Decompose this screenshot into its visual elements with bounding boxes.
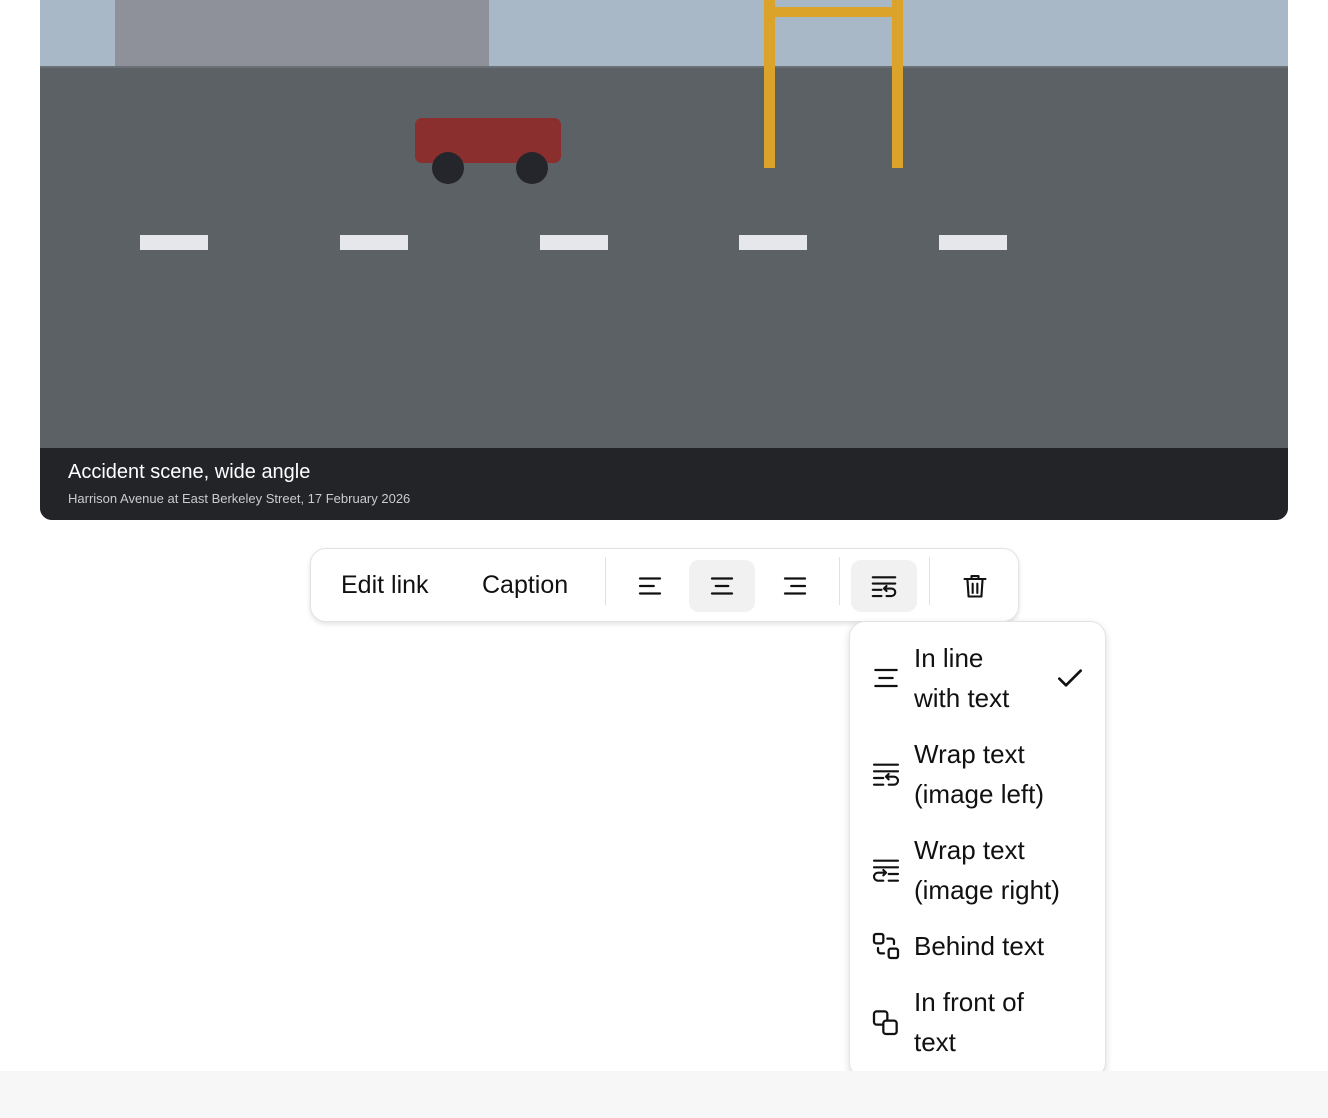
caption-subtitle: Harrison Avenue at East Berkeley Street,…	[68, 491, 411, 506]
align-right-icon	[783, 577, 807, 595]
menu-item-in-front-of-text[interactable]: In front of text	[850, 982, 1105, 1062]
lane-marking	[540, 235, 608, 250]
accident-scene-image[interactable]	[40, 0, 1288, 448]
car-wheel-rear	[432, 152, 464, 184]
menu-item-wrap-image-left[interactable]: Wrap text (image left)	[850, 734, 1105, 814]
page: Accident scene, wide angle Harrison Aven…	[0, 0, 1328, 1118]
menu-item-label: In line with text	[914, 643, 1010, 713]
road	[40, 68, 1288, 448]
image-toolbar: Edit link Caption	[310, 548, 1019, 622]
behind-text-icon	[872, 932, 900, 960]
lane-marking	[939, 235, 1007, 250]
wrap-right-icon	[872, 859, 900, 882]
building	[115, 0, 489, 68]
caption-button[interactable]: Caption	[482, 567, 568, 603]
text-wrap-button[interactable]	[851, 560, 917, 612]
menu-item-label: Behind text	[914, 931, 1045, 961]
menu-item-wrap-image-right[interactable]: Wrap text (image right)	[850, 830, 1105, 910]
car-wheel-front	[516, 152, 548, 184]
inline-text-icon	[874, 668, 898, 688]
page-footer-area	[0, 1071, 1328, 1118]
sign-crossbar	[764, 7, 903, 17]
road-edge-line	[40, 66, 1288, 68]
front-text-icon	[872, 1010, 898, 1036]
lane-marking	[739, 235, 807, 250]
wrap-left-icon	[872, 763, 900, 786]
image-caption[interactable]: Accident scene, wide angle Harrison Aven…	[40, 448, 1288, 520]
menu-item-behind-text[interactable]: Behind text	[850, 926, 1105, 966]
align-left-button[interactable]	[617, 560, 683, 612]
align-right-button[interactable]	[762, 560, 828, 612]
edit-link-button[interactable]: Edit link	[341, 567, 429, 603]
menu-item-label: In front of text	[914, 987, 1024, 1057]
lane-marking	[140, 235, 208, 250]
align-center-icon	[710, 577, 734, 595]
menu-item-label: Wrap text (image right)	[914, 835, 1060, 905]
sign-post-left	[764, 0, 775, 168]
checkmark-icon	[1058, 669, 1082, 687]
text-wrap-icon	[871, 576, 897, 598]
menu-item-label: Wrap text (image left)	[914, 739, 1045, 809]
caption-title: Accident scene, wide angle	[68, 461, 311, 483]
image-figure[interactable]: Accident scene, wide angle Harrison Aven…	[40, 0, 1288, 520]
lane-marking	[340, 235, 408, 250]
sign-post-right	[892, 0, 903, 168]
trash-icon	[963, 575, 987, 598]
menu-item-inline-with-text[interactable]: In line with text	[850, 638, 1105, 718]
toolbar-divider	[839, 557, 840, 605]
align-left-icon	[638, 577, 662, 595]
toolbar-divider	[605, 557, 606, 605]
wrap-options-menu: In line with text Wrap text (image left)…	[849, 621, 1106, 1078]
align-center-button[interactable]	[689, 560, 755, 612]
toolbar-divider	[929, 557, 930, 605]
delete-image-button[interactable]	[942, 560, 1008, 612]
